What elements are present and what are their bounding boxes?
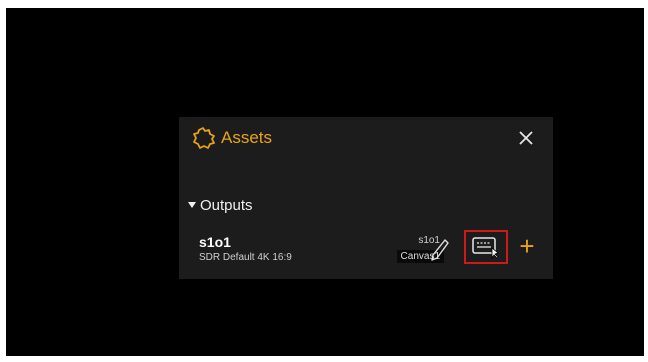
panel-header: Assets: [187, 125, 545, 153]
panel-title: Assets: [221, 128, 273, 147]
assets-icon: [193, 127, 215, 149]
add-icon[interactable]: +: [515, 233, 539, 259]
collapse-triangle-icon[interactable]: [188, 202, 196, 208]
pencil-icon[interactable]: [429, 237, 451, 263]
screen-background: Assets Outputs s1o1 SDR Default 4K 16:9 …: [6, 8, 644, 356]
outputs-section-header[interactable]: Outputs: [186, 195, 545, 217]
output-format: SDR Default 4K 16:9: [199, 252, 292, 263]
output-config-button[interactable]: [464, 230, 508, 264]
close-icon[interactable]: [513, 125, 539, 151]
outputs-section-label: Outputs: [200, 197, 253, 214]
assets-panel: Assets Outputs s1o1 SDR Default 4K 16:9 …: [179, 117, 553, 279]
output-name: s1o1: [199, 234, 231, 250]
list-item[interactable]: s1o1 SDR Default 4K 16:9 s1o1 Canvas1 +: [179, 227, 553, 271]
output-config-icon: [472, 237, 499, 260]
